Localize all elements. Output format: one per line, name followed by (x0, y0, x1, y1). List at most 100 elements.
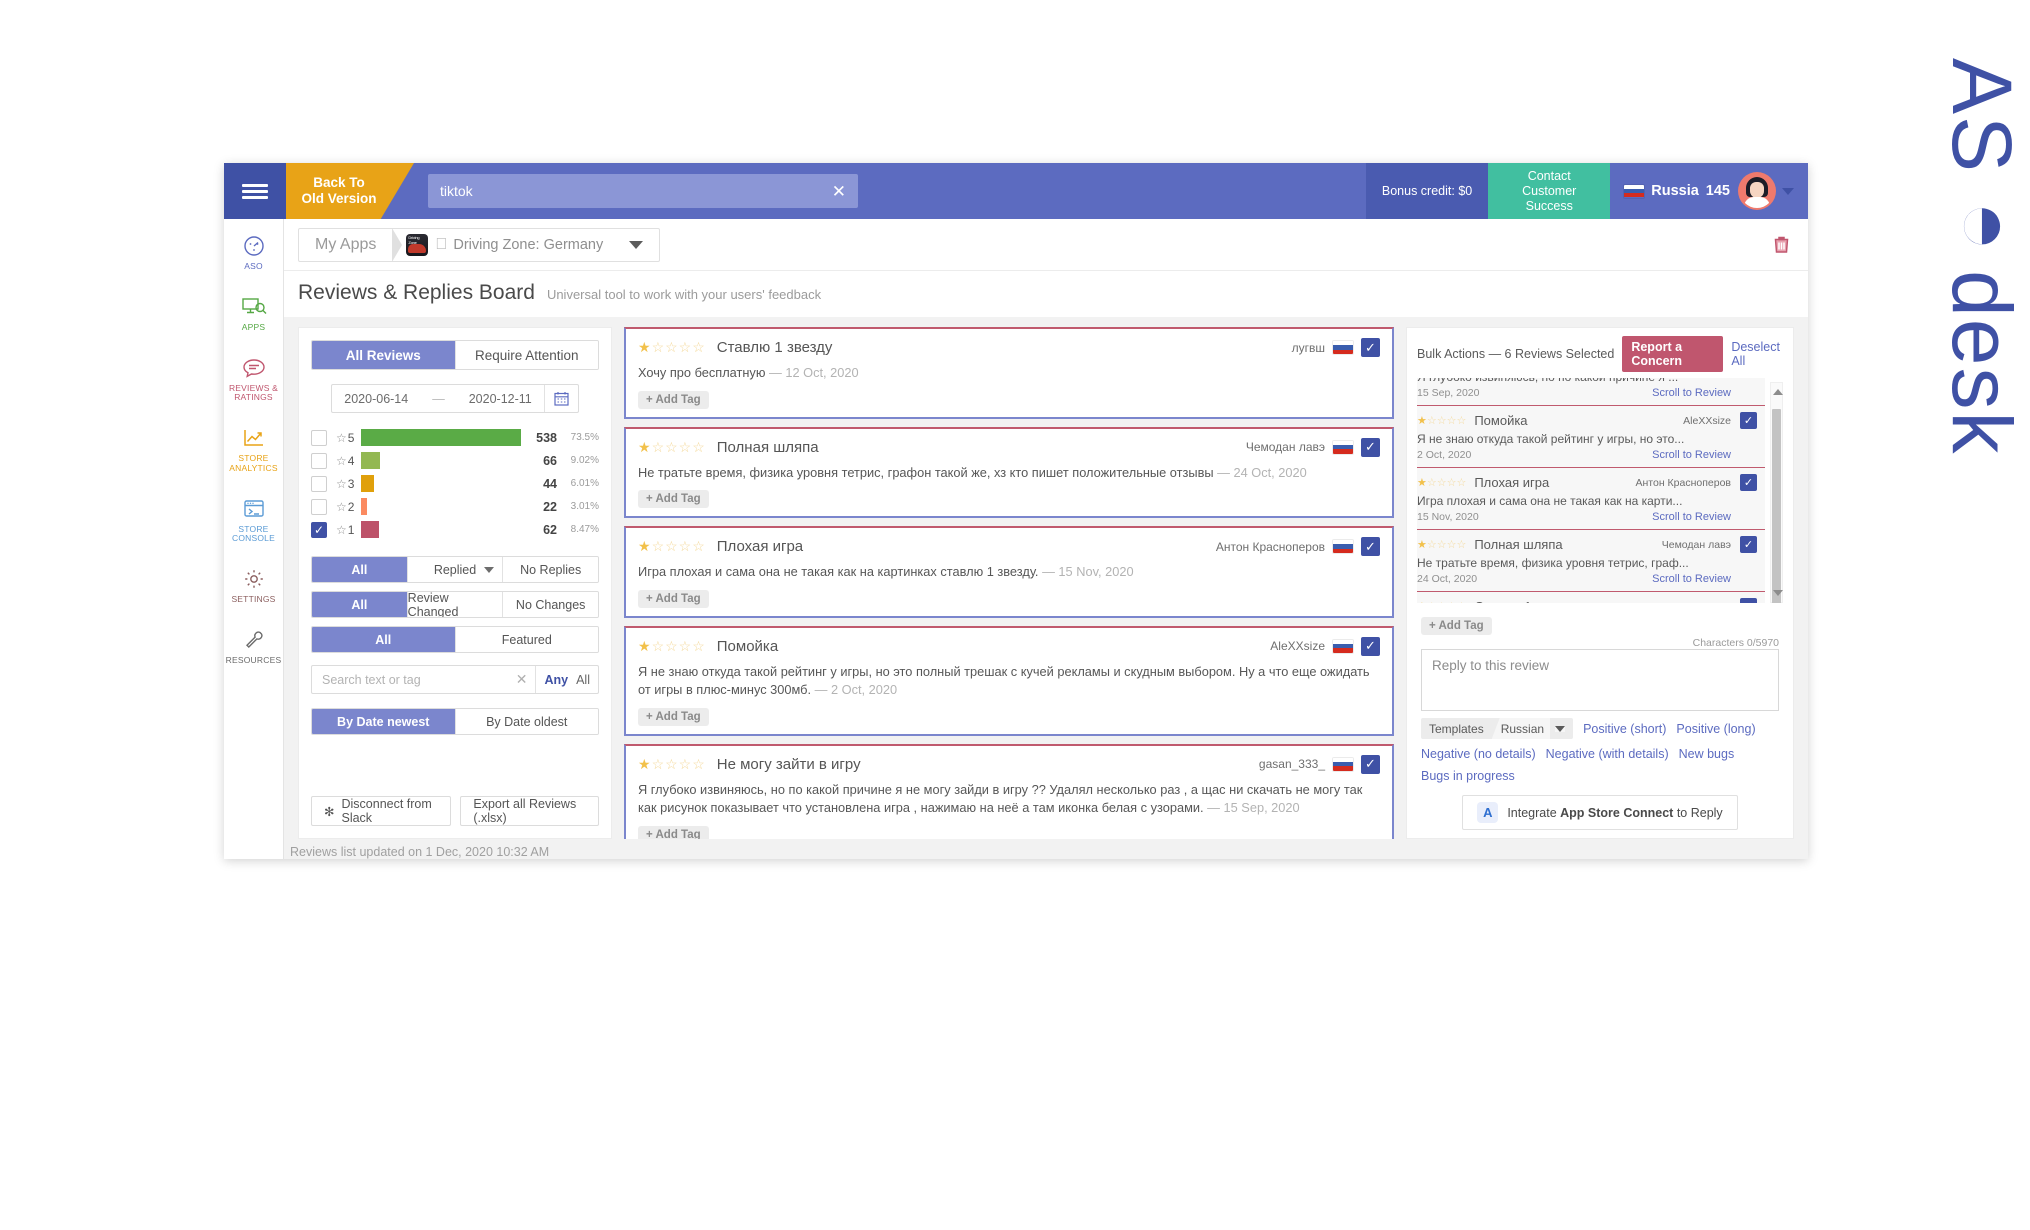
export-reviews-button[interactable]: Export all Reviews (.xlsx) (460, 796, 599, 826)
template-bugs-in-progress[interactable]: Bugs in progress (1421, 769, 1515, 783)
back-to-old-version-button[interactable]: Back To Old Version (286, 163, 414, 219)
template-positive-short[interactable]: Positive (short) (1583, 722, 1666, 736)
trash-icon[interactable] (1773, 235, 1790, 259)
date-to[interactable]: 2020-12-11 (457, 392, 544, 406)
reviews-tab-group: All Reviews Require Attention (311, 340, 599, 370)
sidebar-item-reviews-ratings[interactable]: REVIEWS & RATINGS (224, 355, 283, 404)
review-card[interactable]: ★☆☆☆☆ Не могу зайти в игру gasan_333_ ✓ … (624, 743, 1394, 839)
filter-replied-label: Replied (433, 562, 477, 577)
reply-textarea[interactable]: Reply to this review (1421, 649, 1779, 711)
filter-all-changes[interactable]: All (312, 592, 407, 617)
bulk-list-item[interactable]: ★☆☆☆☆ Помойка AleXXsize ✓ Я не знаю отку… (1417, 405, 1765, 467)
bulk-review-list[interactable]: ★☆☆☆☆ ✓ Я глубоко извиняюсь, но по какой… (1417, 378, 1787, 603)
close-icon[interactable]: ✕ (832, 183, 846, 200)
bulk-item-checkbox[interactable]: ✓ (1740, 598, 1757, 603)
scrollbar-thumb[interactable] (1772, 409, 1781, 603)
chevron-down-icon[interactable] (1555, 725, 1566, 732)
global-search-input[interactable]: tiktok ✕ (428, 174, 858, 208)
bulk-list-item[interactable]: ★☆☆☆☆ Полная шляпа Чемодан лавэ ✓ Не тра… (1417, 529, 1765, 591)
add-tag-button[interactable]: + Add Tag (638, 707, 709, 726)
filter-featured[interactable]: Featured (454, 627, 598, 652)
sidebar-item-store-console[interactable]: STORE CONSOLE (224, 496, 283, 545)
contact-customer-success-button[interactable]: Contact Customer Success (1488, 163, 1611, 219)
bulk-item-checkbox[interactable]: ✓ (1740, 536, 1757, 553)
bulk-list-scrollbar[interactable] (1770, 382, 1783, 603)
bulk-list-item[interactable]: ★☆☆☆☆ ✓ Я глубоко извиняюсь, но по какой… (1417, 378, 1765, 405)
global-search-value: tiktok (440, 183, 473, 199)
scroll-to-review-link[interactable]: Scroll to Review (1652, 573, 1731, 585)
bulk-list-item[interactable]: ★☆☆☆☆ Ставлю 1 звезду лугвш ✓ Хочу про б… (1417, 591, 1765, 603)
any-all-toggle: Any All (535, 666, 598, 693)
scroll-to-review-link[interactable]: Scroll to Review (1652, 387, 1731, 399)
templates-selector[interactable]: Templates Russian (1421, 718, 1574, 739)
contact-line2: Customer Success (1522, 183, 1577, 213)
bulk-list-item[interactable]: ★☆☆☆☆ Плохая игра Антон Красноперов ✓ Иг… (1417, 467, 1765, 529)
filter-review-changed[interactable]: Review Changed (406, 592, 503, 617)
tab-require-attention[interactable]: Require Attention (454, 341, 598, 369)
reviews-list[interactable]: ★☆☆☆☆ Ставлю 1 звезду лугвш ✓ Хочу про б… (624, 327, 1394, 839)
rating-checkbox-3[interactable] (311, 475, 327, 492)
app-selector[interactable]: My Apps Driving Zone  Driving Zone: Ger… (298, 227, 661, 262)
match-any-button[interactable]: Any (544, 673, 568, 687)
report-concern-button[interactable]: Report a Concern (1622, 336, 1724, 372)
integrate-app-store-connect-button[interactable]: A Integrate App Store Connect to Reply (1462, 795, 1738, 830)
filter-all-featured[interactable]: All (312, 627, 455, 652)
add-tag-button[interactable]: + Add Tag (638, 589, 709, 608)
user-account-menu[interactable] (1740, 163, 1808, 219)
rating-checkbox-4[interactable] (311, 452, 327, 469)
template-negative-no-details[interactable]: Negative (no details) (1421, 747, 1536, 761)
add-tag-button[interactable]: + Add Tag (638, 490, 709, 509)
sidebar-item-settings[interactable]: SETTINGS (224, 566, 283, 605)
sidebar-item-resources[interactable]: RESOURCES (224, 627, 283, 666)
filter-no-changes[interactable]: No Changes (502, 592, 598, 617)
template-new-bugs[interactable]: New bugs (1679, 747, 1735, 761)
match-all-button[interactable]: All (576, 673, 590, 687)
chevron-down-icon[interactable] (1782, 187, 1794, 195)
add-tag-button[interactable]: + Add Tag (638, 825, 709, 839)
rating-checkbox-5[interactable] (311, 429, 327, 446)
date-from[interactable]: 2020-06-14 (332, 392, 420, 406)
review-card[interactable]: ★☆☆☆☆ Полная шляпа Чемодан лавэ ✓ Не тра… (624, 426, 1394, 519)
bulk-item-checkbox[interactable]: ✓ (1740, 474, 1757, 491)
sidebar-item-store-analytics[interactable]: STORE ANALYTICS (224, 425, 283, 474)
review-select-checkbox[interactable]: ✓ (1361, 537, 1380, 557)
review-select-checkbox[interactable]: ✓ (1361, 338, 1380, 357)
rating-checkbox-2[interactable] (311, 498, 327, 515)
scroll-down-arrow-icon[interactable] (1773, 590, 1783, 596)
rating-checkbox-1[interactable] (311, 521, 327, 538)
breadcrumb-my-apps[interactable]: My Apps (299, 236, 392, 254)
review-select-checkbox[interactable]: ✓ (1361, 437, 1380, 457)
scroll-up-arrow-icon[interactable] (1773, 389, 1783, 395)
review-select-checkbox[interactable]: ✓ (1361, 754, 1380, 774)
scroll-to-review-link[interactable]: Scroll to Review (1652, 449, 1731, 461)
review-card[interactable]: ★☆☆☆☆ Ставлю 1 звезду лугвш ✓ Хочу про б… (624, 327, 1394, 419)
sidebar-item-aso[interactable]: ASO (224, 233, 283, 272)
close-icon[interactable]: ✕ (508, 666, 536, 693)
filter-no-replies[interactable]: No Replies (502, 557, 598, 582)
chevron-down-icon[interactable] (629, 240, 644, 249)
chevron-down-icon[interactable] (484, 566, 495, 573)
template-positive-long[interactable]: Positive (long) (1676, 722, 1755, 736)
hamburger-menu-icon[interactable] (224, 163, 286, 219)
add-tag-button[interactable]: + Add Tag (1421, 617, 1492, 635)
review-select-checkbox[interactable]: ✓ (1361, 636, 1380, 656)
sort-by-date-oldest[interactable]: By Date oldest (454, 709, 598, 734)
rating-bar (360, 452, 381, 469)
review-card[interactable]: ★☆☆☆☆ Помойка AleXXsize ✓ Я не знаю отку… (624, 625, 1394, 736)
add-tag-button[interactable]: + Add Tag (638, 390, 709, 409)
filter-replied[interactable]: Replied (406, 557, 503, 582)
search-input[interactable] (312, 666, 508, 693)
filter-all-replies[interactable]: All (312, 557, 407, 582)
tab-all-reviews[interactable]: All Reviews (312, 341, 455, 369)
bulk-item-checkbox[interactable]: ✓ (1740, 412, 1757, 429)
date-range-picker[interactable]: 2020-06-14 — 2020-12-11 (331, 384, 579, 413)
review-card[interactable]: ★☆☆☆☆ Плохая игра Антон Красноперов ✓ Иг… (624, 526, 1394, 618)
sort-by-date-newest[interactable]: By Date newest (312, 709, 455, 734)
disconnect-slack-button[interactable]: ✻ Disconnect from Slack (311, 796, 452, 826)
country-selector[interactable]: Russia 145 (1610, 163, 1740, 219)
template-negative-with-details[interactable]: Negative (with details) (1546, 747, 1669, 761)
calendar-icon[interactable] (543, 385, 578, 412)
sidebar-item-apps[interactable]: APPS (224, 294, 283, 333)
deselect-all-button[interactable]: Deselect All (1731, 340, 1783, 368)
scroll-to-review-link[interactable]: Scroll to Review (1652, 511, 1731, 523)
